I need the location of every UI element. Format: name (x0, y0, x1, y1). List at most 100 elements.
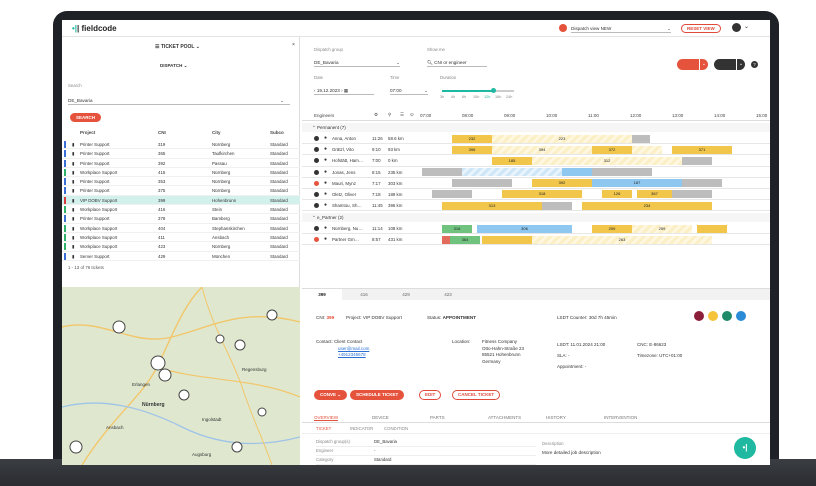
ticket-block[interactable] (562, 168, 592, 177)
show-me-input[interactable]: 🔍︎ CNI or engineer (427, 59, 487, 67)
sort-icon[interactable]: ⚙ (374, 112, 378, 118)
tab-history[interactable]: HISTORY (546, 415, 566, 420)
ticket-row[interactable]: ▮ Workplace Support 423 Nürnberg Standard (62, 242, 300, 252)
ticket-block[interactable] (452, 179, 512, 188)
contact-phone[interactable]: +4912345678 (338, 352, 366, 357)
ticket-block[interactable] (632, 145, 662, 154)
ticket-tab[interactable]: 399 (302, 289, 342, 300)
ticket-block[interactable]: 392 (532, 179, 592, 188)
chevron-right-icon[interactable]: › (341, 88, 343, 93)
tab-device[interactable]: DEVICE (372, 415, 389, 420)
ticket-block[interactable]: 263 (532, 235, 712, 244)
tab-overview[interactable]: OVERVIEW (314, 415, 339, 421)
tools-button[interactable] (714, 59, 736, 70)
subtab-indicator[interactable]: INDICATOR (350, 426, 373, 431)
ticket-block[interactable]: 318 (502, 190, 582, 199)
col-city[interactable]: City (212, 130, 221, 135)
user-avatar[interactable] (732, 23, 741, 32)
map-panel[interactable]: Erlangen Nürnberg Ansbach Augsburg Regen… (62, 287, 300, 465)
ticket-row[interactable]: ▮ Printer Support 365 Taufkirchen Standard (62, 149, 300, 159)
ticket-block[interactable]: 126 (602, 190, 632, 199)
ticket-tab[interactable]: 423 (428, 289, 468, 300)
engineer-row[interactable]: ● Partner Gm… 8:57 431 km 364 263 (302, 234, 770, 246)
list-icon[interactable]: ☰ (400, 112, 404, 118)
subtab-condition[interactable]: CONDITION (384, 426, 408, 431)
ticket-block[interactable]: 185 (492, 156, 532, 165)
ticket-block[interactable] (682, 179, 722, 188)
ticket-tab[interactable]: 416 (344, 289, 384, 300)
duration-slider-handle[interactable] (491, 88, 496, 93)
ticket-block[interactable] (672, 190, 712, 199)
ticket-block[interactable] (462, 168, 562, 177)
engineer-row[interactable]: ● Oletz, Oliver 7:18 189 km 318 126 367 (302, 189, 770, 201)
calendar-icon[interactable]: ▦ (344, 88, 348, 93)
time-select[interactable]: 07:00 ⌄ (390, 87, 428, 95)
ticket-row[interactable]: ▮ Printer Support 375 Nürnberg Standard (62, 186, 300, 196)
engineer-row[interactable]: ● Jonas, Jens 8:15 235 km (302, 167, 770, 178)
ticket-block[interactable]: 367 (637, 190, 672, 199)
priority-icon[interactable] (694, 311, 704, 321)
ticket-row[interactable]: ▮ Workplace Support 415 Nürnberg Standard (62, 168, 300, 178)
contact-email[interactable]: user@mail.com (338, 346, 369, 351)
ticket-block[interactable]: 259 (632, 224, 692, 233)
duration-tick[interactable]: 24h (506, 95, 512, 99)
ticket-row[interactable]: ▮ VIP DOBV Support 399 Hohenbrunn Standard (62, 195, 300, 206)
tab-parts[interactable]: PARTS (430, 415, 445, 420)
ticket-block[interactable]: 364 (450, 235, 480, 244)
duration-tick[interactable]: 3h (440, 95, 444, 99)
ticket-block[interactable] (422, 168, 462, 177)
ticket-pool-select[interactable]: ☰ TICKET POOL ⌄ (155, 44, 200, 50)
convert-button[interactable]: CONVE ⌄ (314, 390, 348, 400)
engineer-row[interactable]: ● Nürnberg, Nu… 11:14 108 km 316 306 259 259 (302, 223, 770, 235)
ticket-block[interactable] (697, 224, 727, 233)
engineer-row[interactable]: ● Shamtou, Sh… 11:45 396 km 313 234 (302, 200, 770, 212)
ticket-block[interactable]: 232 (452, 134, 492, 143)
reset-view-button[interactable]: RESET VIEW (681, 24, 721, 33)
close-icon[interactable]: × (292, 42, 295, 48)
ticket-block[interactable] (592, 168, 652, 177)
ticket-row[interactable]: ▮ Printer Support 392 Passau Standard (62, 159, 300, 168)
ticket-row[interactable]: ▮ Workplace Support 411 Ansbach Standard (62, 233, 300, 243)
ticket-block[interactable] (482, 235, 532, 244)
chevron-down-icon[interactable]: ⌄ (700, 59, 708, 70)
ticket-block[interactable]: 396 (452, 145, 492, 154)
search-button[interactable]: SEARCH (70, 113, 102, 122)
dispatch-group-select[interactable]: DE_Bavaria ⌄ (314, 59, 400, 67)
tab-attachments[interactable]: ATTACHMENTS (488, 415, 521, 420)
ticket-row[interactable]: ▮ Workplace Support 404 Stephanskirchen Stan… (62, 224, 300, 233)
ticket-block[interactable] (682, 156, 712, 165)
search-input[interactable]: DE_Bavaria ⌄ (68, 97, 290, 105)
ticket-block[interactable] (542, 201, 572, 210)
engineer-row[interactable]: ● Grätzl, Vito 9:10 93 km 396 394 372 371 (302, 144, 770, 156)
col-project[interactable]: Project (80, 130, 95, 135)
pin-icon[interactable]: ⊙ (410, 112, 414, 118)
ticket-block[interactable]: 394 (492, 145, 592, 154)
subtab-ticket[interactable]: TICKET (316, 426, 331, 431)
ticket-block[interactable]: 223 (492, 134, 632, 143)
duration-tick[interactable]: 10h (473, 95, 479, 99)
ticket-block[interactable]: 316 (442, 224, 472, 233)
engineer-row[interactable]: ● Anna, Anton 11:26 58.6 km 232 223 (302, 133, 770, 145)
ticket-block[interactable]: 259 (592, 224, 632, 233)
ticket-block[interactable] (432, 190, 472, 199)
chevron-down-icon[interactable]: ⌄ (744, 23, 749, 30)
ticket-tab[interactable]: 429 (386, 289, 426, 300)
date-picker[interactable]: ‹ 19.12.2023 › ▦ (314, 87, 374, 95)
engineer-row[interactable]: ● Hofstätt, Ham… 7:00 0 km 185 312 (302, 155, 770, 167)
cancel-ticket-button[interactable]: CANCEL TICKET (452, 390, 501, 400)
duration-tick[interactable]: 4h (451, 95, 455, 99)
ticket-block[interactable]: 371 (672, 145, 732, 154)
tab-intervention[interactable]: INTERVENTION (604, 415, 637, 420)
duration-tick[interactable]: 16h (495, 95, 501, 99)
fieldcode-fab-icon[interactable]: •| (734, 437, 756, 459)
edit-icon[interactable] (722, 311, 732, 321)
chevron-left-icon[interactable]: ‹ (314, 88, 316, 93)
duration-slider[interactable] (442, 88, 514, 93)
ticket-block[interactable]: 372 (592, 145, 632, 154)
col-subco[interactable]: Subco (270, 130, 284, 135)
ticket-row[interactable]: ▮ Server Support 429 München Standard (62, 252, 300, 261)
filter-icon[interactable]: ⚲ (388, 112, 391, 118)
ticket-block[interactable] (442, 235, 450, 244)
engineer-row[interactable]: ● Mauri, Mynz 7:17 303 km 392 187 (302, 178, 770, 189)
chevron-down-icon[interactable]: ⌄ (737, 59, 745, 70)
